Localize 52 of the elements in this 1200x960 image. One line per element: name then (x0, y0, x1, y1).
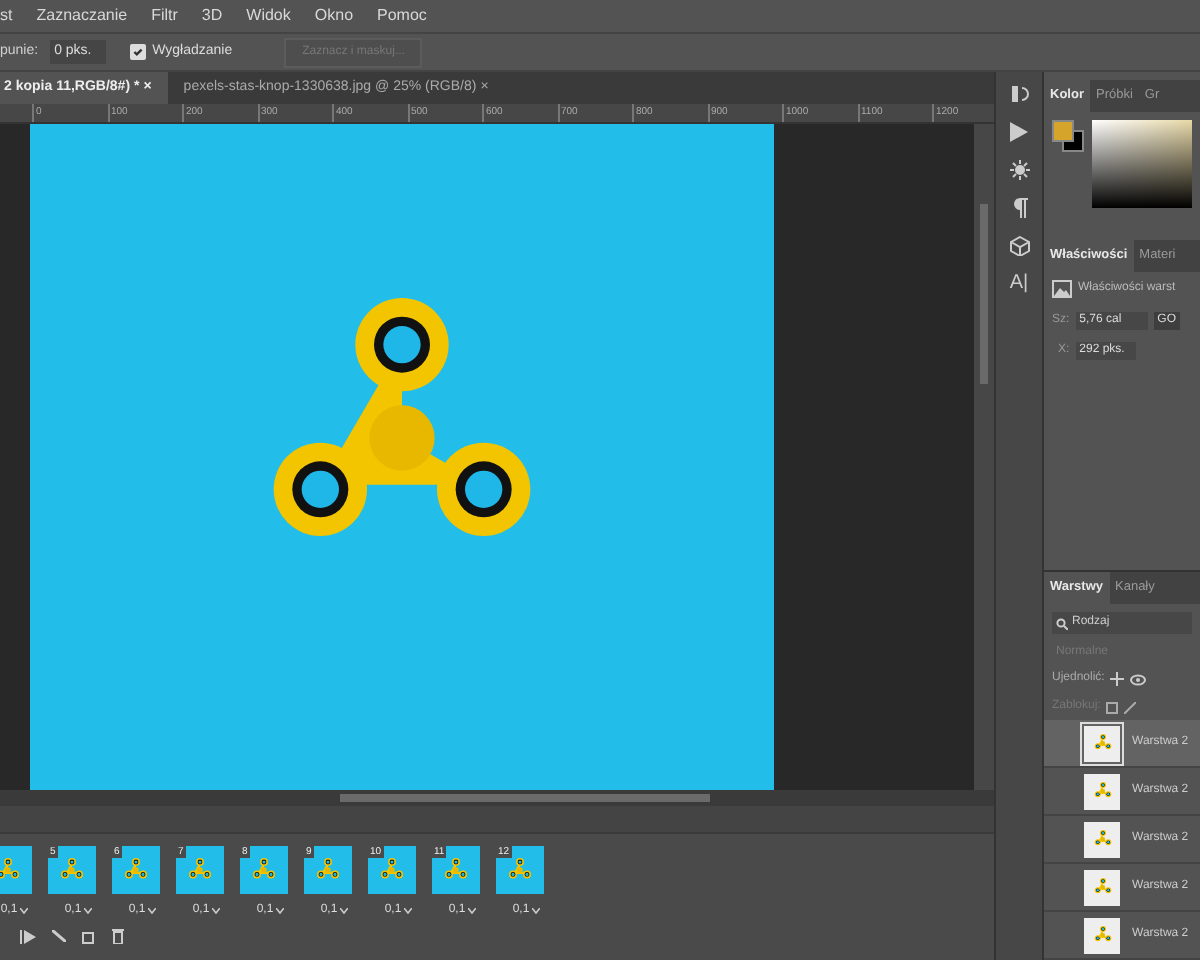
spinner-thumbnail-drawing (60, 858, 84, 882)
menu-item[interactable]: Filtr (151, 4, 178, 28)
chevron-down-icon[interactable] (275, 908, 284, 914)
spinner-thumbnail-drawing (1093, 782, 1111, 800)
sun-icon[interactable] (1009, 160, 1029, 180)
chevron-down-icon[interactable] (467, 908, 476, 914)
horizontal-scrollbar[interactable] (0, 790, 994, 806)
play-icon[interactable] (20, 929, 36, 943)
spinner-thumbnail-drawing (252, 858, 276, 882)
spinner-thumbnail-drawing (380, 858, 404, 882)
chevron-down-icon[interactable] (531, 908, 540, 914)
menu-item[interactable]: st (0, 4, 13, 28)
spinner-thumbnail-drawing (188, 858, 212, 882)
image-icon (1052, 279, 1072, 297)
grid-icon[interactable] (1106, 701, 1119, 713)
spinner-thumbnail-drawing (1093, 878, 1111, 896)
menu-item[interactable]: 3D (201, 4, 223, 28)
brush-icon[interactable] (1124, 701, 1137, 713)
spinner-thumbnail-drawing (124, 858, 148, 882)
character-style-icon[interactable]: A| (1009, 274, 1029, 294)
menu-item[interactable]: Pomoc (377, 4, 427, 28)
spinner-thumbnail-drawing (1093, 926, 1111, 944)
chevron-down-icon[interactable] (147, 908, 156, 914)
chevron-down-icon[interactable] (403, 908, 412, 914)
paragraph-icon[interactable] (1011, 198, 1027, 218)
chevron-down-icon[interactable] (339, 908, 348, 914)
chevron-down-icon[interactable] (211, 908, 220, 914)
spinner-thumbnail-drawing (0, 858, 20, 882)
tween-icon[interactable] (52, 930, 66, 942)
trash-icon[interactable] (112, 928, 124, 944)
history-icon[interactable] (1009, 84, 1029, 104)
menu-item[interactable]: Okno (314, 4, 354, 28)
vertical-scrollbar[interactable] (974, 124, 994, 790)
color-picker-field[interactable] (1092, 119, 1192, 208)
new-frame-icon[interactable] (82, 929, 96, 943)
spinner-thumbnail-drawing (444, 858, 468, 882)
spinner-thumbnail-drawing (1093, 734, 1111, 752)
check-icon (132, 46, 145, 58)
color-swatches-icon[interactable] (1052, 119, 1084, 152)
spinner-thumbnail-drawing (508, 858, 532, 882)
play-icon[interactable] (1010, 122, 1028, 142)
spinner-thumbnail-drawing (1093, 830, 1111, 848)
cube-icon[interactable] (1009, 236, 1029, 256)
chevron-down-icon[interactable] (19, 908, 28, 914)
menu-item[interactable]: Widok (246, 4, 291, 28)
spinner-thumbnail-drawing (316, 858, 340, 882)
eye-icon[interactable] (1130, 673, 1147, 685)
checkbox[interactable] (130, 44, 147, 60)
search-icon (1056, 617, 1068, 629)
menu-item[interactable]: Zaznaczanie (36, 4, 128, 28)
chevron-down-icon[interactable] (83, 908, 92, 914)
move-icon[interactable] (1110, 672, 1125, 686)
